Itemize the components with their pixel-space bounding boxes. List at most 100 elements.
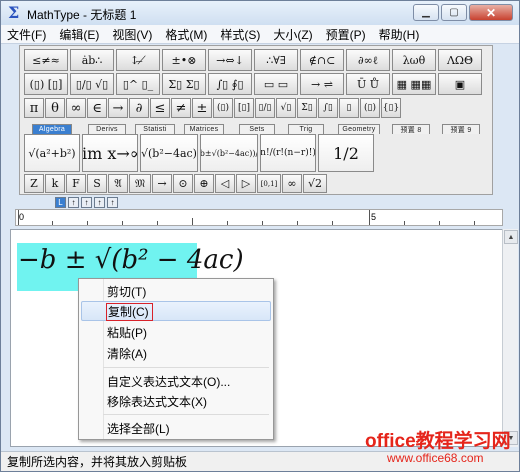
palette-matrices[interactable]: ▦ ▦▦ xyxy=(392,73,436,95)
symbol-plus-minus[interactable]: ± xyxy=(192,98,212,118)
menu-item-copy[interactable]: 复制(C) xyxy=(81,301,271,321)
menu-view[interactable]: 视图(V) xyxy=(112,26,152,43)
symbol-f[interactable]: F xyxy=(66,174,86,193)
palette-fractions-radicals[interactable]: ▯/▯ √▯ xyxy=(70,73,114,95)
tab-preset-9[interactable]: 预置 9 xyxy=(442,124,480,134)
template-sum[interactable]: Σ▯ xyxy=(297,98,317,118)
palette-relations[interactable]: ≤≠≈ xyxy=(24,49,68,71)
template-overbar[interactable]: ▯ xyxy=(339,98,359,118)
menu-size[interactable]: 大小(Z) xyxy=(273,26,312,43)
symbol-infinity-2[interactable]: ∞ xyxy=(282,174,302,193)
symbol-arrow[interactable]: → xyxy=(152,174,172,193)
equation-text[interactable]: −b ± √(b² − 4ac) xyxy=(18,245,244,275)
tab-trig[interactable]: Trig xyxy=(288,124,324,134)
close-button[interactable]: ✕ xyxy=(469,4,513,21)
symbol-k[interactable]: k xyxy=(45,174,65,193)
template-pythagoras[interactable]: √(a²+b²) xyxy=(24,134,80,172)
palette-greek-lower[interactable]: λωθ xyxy=(392,49,436,71)
size-button-up-1[interactable]: ↑ xyxy=(68,197,79,208)
template-one-half[interactable]: 1/2 xyxy=(318,134,374,172)
template-parentheses-2[interactable]: (▯) xyxy=(360,98,380,118)
symbol-leq[interactable]: ≤ xyxy=(150,98,170,118)
symbol-circle-dot[interactable]: ⊙ xyxy=(173,174,193,193)
tab-geometry[interactable]: Geometry xyxy=(338,124,380,134)
size-button-up-4[interactable]: ↑ xyxy=(107,197,118,208)
symbol-left-triangle[interactable]: ◁ xyxy=(215,174,235,193)
menu-item-clear[interactable]: 清除(A) xyxy=(107,343,147,363)
ruler-label-5: 5 xyxy=(371,212,377,222)
symbol-partial[interactable]: ∂ xyxy=(129,98,149,118)
palette-scripts[interactable]: ▯^ ▯_ xyxy=(116,73,160,95)
palette-products[interactable]: Ū Ů xyxy=(346,73,390,95)
watermark-title: office教程学习网 xyxy=(365,431,511,452)
symbol-fraktur-m[interactable]: 𝔐 xyxy=(129,174,151,193)
menu-item-paste[interactable]: 粘贴(P) xyxy=(107,322,147,342)
palette-summation[interactable]: Σ▯ Σ▯ xyxy=(162,73,206,95)
menu-help[interactable]: 帮助(H) xyxy=(379,26,420,43)
menu-item-select-all[interactable]: 选择全部(L) xyxy=(107,418,170,438)
palette-embellishments[interactable]: ↕ ̶ ̸ xyxy=(116,49,160,71)
template-discriminant[interactable]: √(b²−4ac) xyxy=(140,134,198,172)
menu-file[interactable]: 文件(F) xyxy=(7,26,46,43)
copy-highlight-box xyxy=(106,303,153,321)
template-quadratic-formula[interactable]: (−b±√(b²−4ac))/2a xyxy=(200,134,258,172)
vertical-scrollbar[interactable]: ▲ ▼ xyxy=(502,229,518,447)
template-parentheses[interactable]: (▯) xyxy=(213,98,233,118)
symbol-pi[interactable]: π xyxy=(24,98,44,118)
palette-operators[interactable]: ±•⊗ xyxy=(162,49,206,71)
minimize-button[interactable]: ▁ xyxy=(413,4,439,21)
menu-format[interactable]: 格式(M) xyxy=(165,26,207,43)
template-radical[interactable]: √▯ xyxy=(276,98,296,118)
tab-matrices[interactable]: Matrices xyxy=(184,124,224,134)
palette-integrals[interactable]: ∫▯ ∮▯ xyxy=(208,73,252,95)
symbol-element-of[interactable]: ∈ xyxy=(87,98,107,118)
tab-algebra[interactable]: Algebra xyxy=(32,124,72,134)
template-combination[interactable]: n!/(r!(n−r)!) xyxy=(260,134,316,172)
palette-greek-upper[interactable]: ΛΩΘ xyxy=(438,49,482,71)
palette-set-theory[interactable]: ∉∩⊂ xyxy=(300,49,344,71)
palette-arrows[interactable]: →⇔↓ xyxy=(208,49,252,71)
template-sqrt-2[interactable]: √2 xyxy=(303,174,327,193)
size-button-up-2[interactable]: ↑ xyxy=(81,197,92,208)
symbol-infinity[interactable]: ∞ xyxy=(66,98,86,118)
palette-boxes[interactable]: ▣ xyxy=(438,73,482,95)
template-limit[interactable]: lim x→∞ xyxy=(82,134,138,172)
size-button-up-3[interactable]: ↑ xyxy=(94,197,105,208)
maximize-button[interactable]: ▢ xyxy=(441,4,467,21)
menu-separator xyxy=(103,367,269,368)
symbol-double-z[interactable]: Z xyxy=(24,174,44,193)
palette-logic[interactable]: ∴∀∃ xyxy=(254,49,298,71)
palette-misc-symbols[interactable]: ∂∞ℓ xyxy=(346,49,390,71)
symbol-right-arrow[interactable]: → xyxy=(108,98,128,118)
palette-fences[interactable]: (▯) [▯] xyxy=(24,73,68,95)
menu-style[interactable]: 样式(S) xyxy=(220,26,260,43)
template-interval[interactable]: [0,1] xyxy=(257,174,281,193)
symbol-neq[interactable]: ≠ xyxy=(171,98,191,118)
size-button-large[interactable]: L xyxy=(55,197,66,208)
tab-statistics[interactable]: Statisti xyxy=(135,124,175,134)
symbol-circle-plus[interactable]: ⊕ xyxy=(194,174,214,193)
symbol-s[interactable]: S xyxy=(87,174,107,193)
menu-item-custom-expression-text[interactable]: 自定义表达式文本(O)... xyxy=(107,371,230,391)
template-brackets[interactable]: [▯] xyxy=(234,98,254,118)
menu-item-remove-expression-text[interactable]: 移除表达式文本(X) xyxy=(107,391,207,411)
symbol-fraktur-a[interactable]: 𝔄 xyxy=(108,174,128,193)
template-integral[interactable]: ∫▯ xyxy=(318,98,338,118)
symbol-right-triangle[interactable]: ▷ xyxy=(236,174,256,193)
menu-item-cut[interactable]: 剪切(T) xyxy=(107,281,146,301)
template-fraction[interactable]: ▯/▯ xyxy=(255,98,275,118)
palette-bars[interactable]: ▭ ▭ xyxy=(254,73,298,95)
ruler: 0 5 xyxy=(15,209,503,226)
window-controls: ▁ ▢ ✕ xyxy=(411,4,513,21)
menu-edit[interactable]: 编辑(E) xyxy=(59,26,99,43)
template-braces[interactable]: {▯} xyxy=(381,98,401,118)
menu-preferences[interactable]: 预置(P) xyxy=(326,26,366,43)
ruler-label-0: 0 xyxy=(19,212,25,222)
palette-labeled-arrows[interactable]: → ⇌ xyxy=(300,73,344,95)
tab-derivs[interactable]: Derivs xyxy=(88,124,126,134)
palette-spaces-ellipses[interactable]: ȧb∴ xyxy=(70,49,114,71)
tab-sets[interactable]: Sets xyxy=(239,124,275,134)
tab-preset-8[interactable]: 预置 8 xyxy=(392,124,430,134)
scroll-up-icon[interactable]: ▲ xyxy=(504,230,518,244)
symbol-theta[interactable]: θ xyxy=(45,98,65,118)
